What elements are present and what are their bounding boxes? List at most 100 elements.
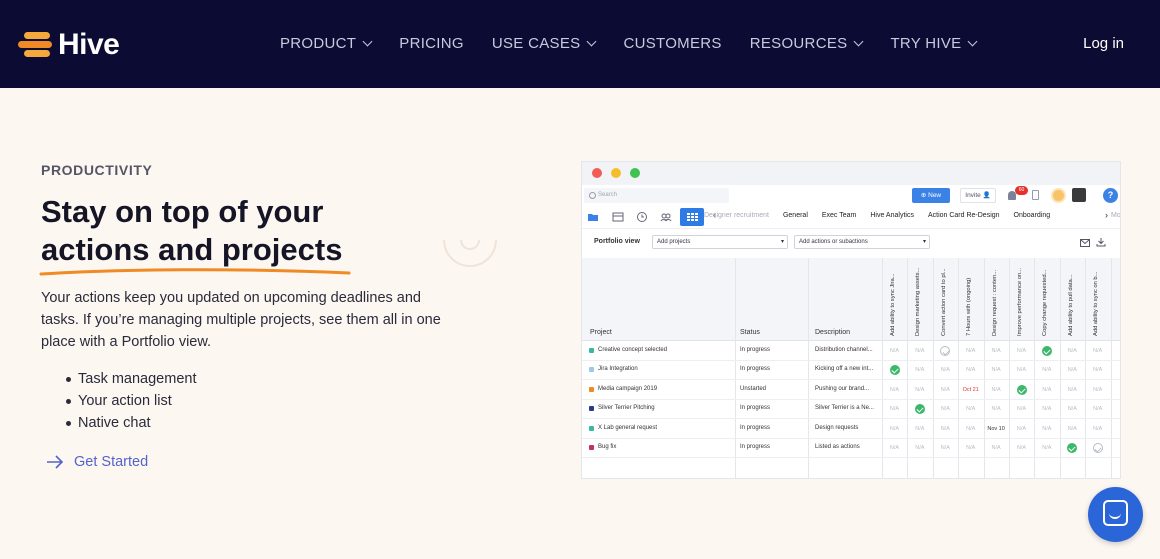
cell-na: N/A [1093, 348, 1103, 354]
row-project: Creative concept selected [598, 347, 668, 353]
get-started-link[interactable]: Get Started [46, 454, 148, 470]
nav-item-customers[interactable]: CUSTOMERS [623, 35, 721, 52]
action-column-header[interactable]: Convert action card to pl... [941, 256, 947, 336]
tab-project[interactable]: Designer recruitment [704, 212, 769, 219]
tab-project[interactable]: General [783, 212, 808, 219]
cell-na: N/A [1016, 425, 1027, 432]
status-column-header[interactable]: Status [740, 329, 760, 336]
app-search-input[interactable]: Search [584, 188, 729, 203]
row-status: In progress [740, 347, 771, 353]
cell-na: N/A [889, 425, 900, 432]
table-row[interactable]: Jira Integration In progress Kicking off a… [582, 360, 1120, 381]
nav-item-label: USE CASES [491, 35, 581, 52]
action-column-header[interactable]: Design marketing assets... [915, 256, 921, 336]
nav-item-label: PRODUCT [280, 35, 357, 52]
table-row[interactable]: Media campaign 2019 Unstarted Pushing our … [582, 380, 1120, 400]
logo-text: Hive [58, 28, 120, 61]
check-done-icon[interactable] [914, 404, 925, 415]
document-icon[interactable] [1032, 190, 1039, 200]
check-done-icon[interactable] [1067, 443, 1078, 453]
tab-project[interactable]: Action Card Re-Design [928, 212, 1000, 219]
tab-overflow: Mo [1111, 212, 1121, 219]
top-navigation: Hive PRODUCT PRICING USE CASES CUSTOMERS RES… [0, 0, 1160, 88]
add-actions-select[interactable]: Add actions or subactions [794, 235, 930, 249]
tabs-scroll-right-icon[interactable]: › [1105, 210, 1108, 220]
cell-na: N/A [940, 367, 950, 374]
check-pending-icon[interactable] [940, 346, 951, 356]
cell-na: N/A [940, 425, 950, 432]
tab-project[interactable]: Hive Analytics [870, 212, 914, 219]
nav-item-try-hive[interactable]: TRY HIVE [890, 35, 978, 52]
folder-icon[interactable] [586, 210, 600, 224]
table-row[interactable]: Silver Terrier Pitching In progress Silver… [582, 399, 1120, 420]
section-eyebrow: PRODUCTIVITY [41, 162, 153, 178]
action-column-header[interactable]: Add ability to sync Jira... [890, 256, 896, 336]
action-column-header[interactable]: Improve performance on... [1017, 256, 1023, 336]
cell-na: N/A [915, 367, 925, 374]
email-icon[interactable] [1080, 239, 1090, 247]
check-done-icon[interactable] [1016, 384, 1027, 395]
table-view-icon[interactable] [680, 208, 704, 226]
table-row[interactable]: Bug fix In progress Listed as actions N/A N/… [582, 438, 1120, 458]
project-column-header[interactable]: Project [590, 329, 612, 336]
action-column-header[interactable]: Add ability to sync on b... [1093, 256, 1099, 336]
clock-icon[interactable] [635, 210, 649, 224]
login-link[interactable]: Log in [1083, 35, 1124, 52]
nav-item-label: TRY HIVE [890, 35, 962, 52]
action-column-header[interactable]: Add ability to pull data... [1068, 256, 1074, 336]
cell-na: N/A [915, 348, 925, 354]
project-color-icon [589, 386, 594, 392]
project-color-icon [589, 367, 594, 373]
help-icon[interactable]: ? [1103, 188, 1118, 203]
feature-list-item: Native chat [65, 412, 196, 434]
app-toolbar: Search ⊕ New Invite 👤 60 ? [582, 185, 1120, 207]
check-done-icon[interactable] [889, 365, 900, 376]
cell-na: N/A [966, 348, 976, 354]
new-button[interactable]: ⊕ New [912, 188, 950, 203]
window-close-icon [592, 168, 602, 178]
feature-list-item: Your action list [65, 390, 196, 412]
nav-item-use-cases[interactable]: USE CASES [491, 35, 597, 52]
main-menu: PRODUCT PRICING USE CASES CUSTOMERS RESOURCE… [280, 35, 978, 52]
cell-na: N/A [1042, 425, 1052, 432]
tab-project[interactable]: Onboarding [1014, 212, 1051, 219]
calendar-view-icon[interactable] [611, 210, 625, 224]
row-status: In progress [740, 424, 771, 431]
invite-button[interactable]: Invite 👤 [960, 188, 996, 203]
headline: Stay on top of your actions and projects [39, 193, 351, 276]
hive-logo[interactable]: Hive [18, 28, 120, 62]
download-icon[interactable] [1096, 237, 1106, 247]
chat-launcher-button[interactable] [1088, 487, 1143, 542]
user-avatar[interactable] [1072, 188, 1086, 202]
cell-na: N/A [1093, 425, 1103, 432]
chevron-down-icon [968, 36, 978, 47]
view-switcher: ‹ Designer recruitment General Exec Team Hi… [582, 207, 1121, 227]
cell-na: N/A [940, 445, 950, 451]
nav-item-pricing[interactable]: PRICING [399, 35, 464, 52]
action-column-header[interactable]: Copy change requested... [1042, 256, 1048, 336]
table-row[interactable]: X Lab general request In progress Design r… [582, 419, 1120, 439]
cell-na: N/A [889, 445, 900, 451]
cell-na: N/A [940, 406, 950, 413]
avatar[interactable] [1051, 188, 1066, 203]
people-icon[interactable] [659, 210, 673, 224]
cell-na: N/A [889, 406, 900, 413]
row-project: Silver Terrier Pitching [598, 405, 655, 412]
nav-item-product[interactable]: PRODUCT [280, 35, 373, 52]
add-projects-select[interactable]: Add projects [652, 235, 788, 249]
headline-line-2-wrap: actions and projects [39, 231, 351, 276]
check-done-icon[interactable] [1041, 346, 1052, 356]
tab-project[interactable]: Exec Team [822, 212, 857, 219]
table-row[interactable]: Creative concept selected In progress Dist… [582, 341, 1120, 361]
invite-button-label: Invite [965, 192, 981, 199]
check-pending-icon[interactable] [1092, 443, 1103, 453]
row-description: Design requests [815, 424, 859, 431]
cell-na: N/A [966, 445, 976, 451]
action-column-header[interactable]: 7 Hours with (ongoing) [966, 256, 972, 336]
description-column-header[interactable]: Description [815, 329, 850, 336]
action-column-header[interactable]: Design request : conten... [992, 256, 998, 336]
nav-item-resources[interactable]: RESOURCES [750, 35, 864, 52]
table-header: Project Status Description Add ability t… [582, 256, 1120, 341]
hive-logo-icon [18, 30, 54, 60]
cell-na: N/A [1093, 367, 1103, 374]
